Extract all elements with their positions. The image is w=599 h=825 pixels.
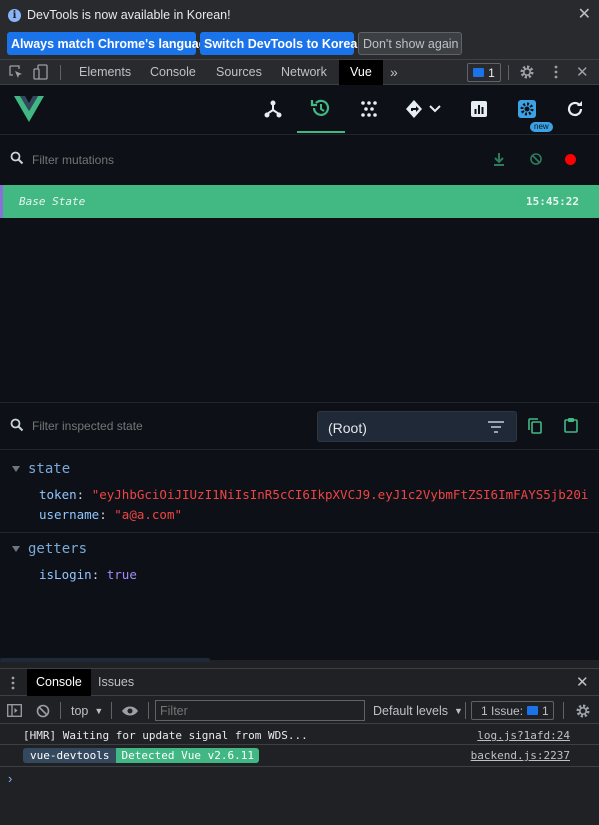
state-section-toggle[interactable]: state — [12, 461, 70, 477]
issues-count-button[interactable]: 1 Issue: 1 — [471, 701, 554, 720]
performance-tab-icon[interactable] — [455, 85, 503, 133]
root-module-select[interactable]: (Root) — [317, 411, 517, 442]
clear-console-icon[interactable] — [36, 702, 50, 719]
inspect-element-icon[interactable] — [8, 64, 24, 80]
settings-gear-icon[interactable] — [519, 64, 535, 80]
console-drawer: Console Issues ✕ top ▼ Default levels ▼ … — [0, 668, 599, 825]
filter-lines-icon — [488, 421, 504, 436]
issues-counter-button[interactable]: 1 — [467, 63, 501, 82]
context-selector[interactable]: top ▼ — [71, 702, 103, 719]
record-icon[interactable] — [565, 154, 576, 165]
close-drawer-icon[interactable]: ✕ — [576, 673, 589, 691]
live-expression-eye-icon[interactable] — [121, 702, 139, 719]
tab-network[interactable]: Network — [281, 60, 327, 85]
show-sidebar-icon[interactable] — [7, 702, 22, 719]
issue-icon — [527, 706, 539, 715]
issues-button-count: 1 — [542, 703, 549, 718]
paste-state-icon[interactable] — [564, 417, 578, 436]
switch-to-korean-button[interactable]: Switch DevTools to Korean — [200, 32, 365, 55]
info-icon: i — [8, 8, 21, 22]
always-match-language-button[interactable]: Always match Chrome's language — [7, 32, 213, 55]
state-username-row: username: "a@a.com" — [39, 507, 183, 522]
routing-tab-icon[interactable] — [400, 85, 446, 133]
filter-inspected-state-input[interactable] — [32, 419, 272, 433]
vue-devtools-tag: vue-devtools — [23, 748, 117, 763]
context-selector-value: top — [71, 703, 89, 718]
infobar-message: i DevTools is now available in Korean! — [8, 8, 231, 22]
drawer-tab-console[interactable]: Console — [27, 669, 91, 696]
close-icon[interactable]: ✕ — [578, 4, 591, 24]
token-key: token — [39, 487, 77, 502]
more-tabs-chevron-icon[interactable]: » — [390, 60, 398, 85]
console-log-line: vue-devtools Detected Vue v2.6.11 backend… — [0, 745, 599, 767]
root-select-value: (Root) — [328, 420, 367, 436]
drawer-menu-icon[interactable] — [8, 675, 18, 694]
getters-section-label: getters — [28, 541, 88, 557]
username-key: username — [39, 507, 100, 522]
dont-show-again-button[interactable]: Don't show again — [358, 32, 462, 55]
more-options-icon[interactable] — [548, 64, 564, 80]
dropdown-arrow-icon: ▼ — [94, 705, 104, 716]
events-tab-icon[interactable] — [345, 85, 393, 133]
tab-elements[interactable]: Elements — [79, 60, 131, 85]
getter-islogin-row: isLogin: true — [39, 567, 137, 582]
refresh-icon[interactable] — [551, 85, 599, 133]
console-prompt-chevron-icon[interactable]: › — [8, 771, 12, 786]
log-message: [HMR] Waiting for update signal from WDS… — [23, 729, 308, 742]
log-message: vue-devtools Detected Vue v2.6.11 — [23, 748, 259, 763]
devtools-tabstrip: Elements Console Sources Network Vue » 1… — [0, 60, 599, 85]
expand-triangle-icon — [12, 546, 20, 552]
console-filter-input[interactable] — [155, 700, 365, 721]
base-state-timestamp: 15:45:22 — [526, 195, 579, 208]
expand-triangle-icon — [12, 466, 20, 472]
close-devtools-icon[interactable]: ✕ — [576, 63, 592, 81]
vue-toolbar: new — [0, 85, 599, 135]
infobar-text: DevTools is now available in Korean! — [27, 8, 231, 22]
revert-all-icon[interactable] — [529, 152, 543, 169]
vue-version-tag: Detected Vue v2.6.11 — [116, 748, 259, 763]
log-source-link[interactable]: log.js?1afd:24 — [477, 729, 570, 742]
new-badge: new — [530, 122, 553, 132]
tab-sources[interactable]: Sources — [216, 60, 262, 85]
log-levels-value: Default levels — [373, 703, 449, 718]
log-levels-dropdown[interactable]: Default levels ▼ — [373, 702, 463, 719]
drawer-tab-issues[interactable]: Issues — [98, 669, 134, 696]
state-token-row: token: "eyJhbGciOiJIUzI1NiIsInR5cCI6IkpX… — [39, 487, 589, 502]
getters-section-toggle[interactable]: getters — [12, 541, 87, 557]
console-settings-gear-icon[interactable] — [575, 702, 591, 719]
device-toolbar-icon[interactable] — [33, 64, 49, 80]
base-state-row[interactable]: Base State 15:45:22 — [0, 185, 599, 218]
horizontal-scrollbar[interactable] — [0, 658, 210, 662]
state-section-label: state — [28, 461, 71, 477]
vue-devtools-panel: new Base State 15:45:22 (Root) — [0, 85, 599, 662]
issue-icon — [473, 68, 485, 77]
token-value[interactable]: "eyJhbGciOiJIUzI1NiIsInR5cCI6IkpXVCJ9.ey… — [92, 487, 589, 502]
vuex-history-tab-icon[interactable] — [297, 85, 345, 133]
language-infobar: i DevTools is now available in Korean! ✕… — [0, 0, 599, 60]
components-tab-icon[interactable] — [249, 85, 297, 133]
search-icon — [10, 151, 24, 168]
tab-vue[interactable]: Vue — [339, 60, 383, 85]
commit-all-icon[interactable] — [492, 152, 506, 169]
search-icon — [10, 418, 24, 435]
filter-mutations-input[interactable] — [32, 153, 272, 167]
islogin-key: isLogin — [39, 567, 92, 582]
copy-state-icon[interactable] — [528, 418, 542, 437]
issues-count: 1 — [488, 65, 495, 80]
vue-logo-icon — [14, 96, 44, 125]
tab-console[interactable]: Console — [150, 60, 196, 85]
dropdown-arrow-icon: ▼ — [454, 705, 463, 716]
mutations-filter-row — [0, 135, 599, 183]
islogin-value[interactable]: true — [107, 567, 137, 582]
log-source-link[interactable]: backend.js:2237 — [471, 749, 570, 762]
base-state-label: Base State — [19, 195, 86, 208]
console-log-line: [HMR] Waiting for update signal from WDS… — [0, 724, 599, 745]
issues-button-label: 1 Issue: — [481, 703, 524, 718]
username-value[interactable]: "a@a.com" — [114, 507, 182, 522]
drawer-tabstrip: Console Issues ✕ — [0, 669, 599, 696]
